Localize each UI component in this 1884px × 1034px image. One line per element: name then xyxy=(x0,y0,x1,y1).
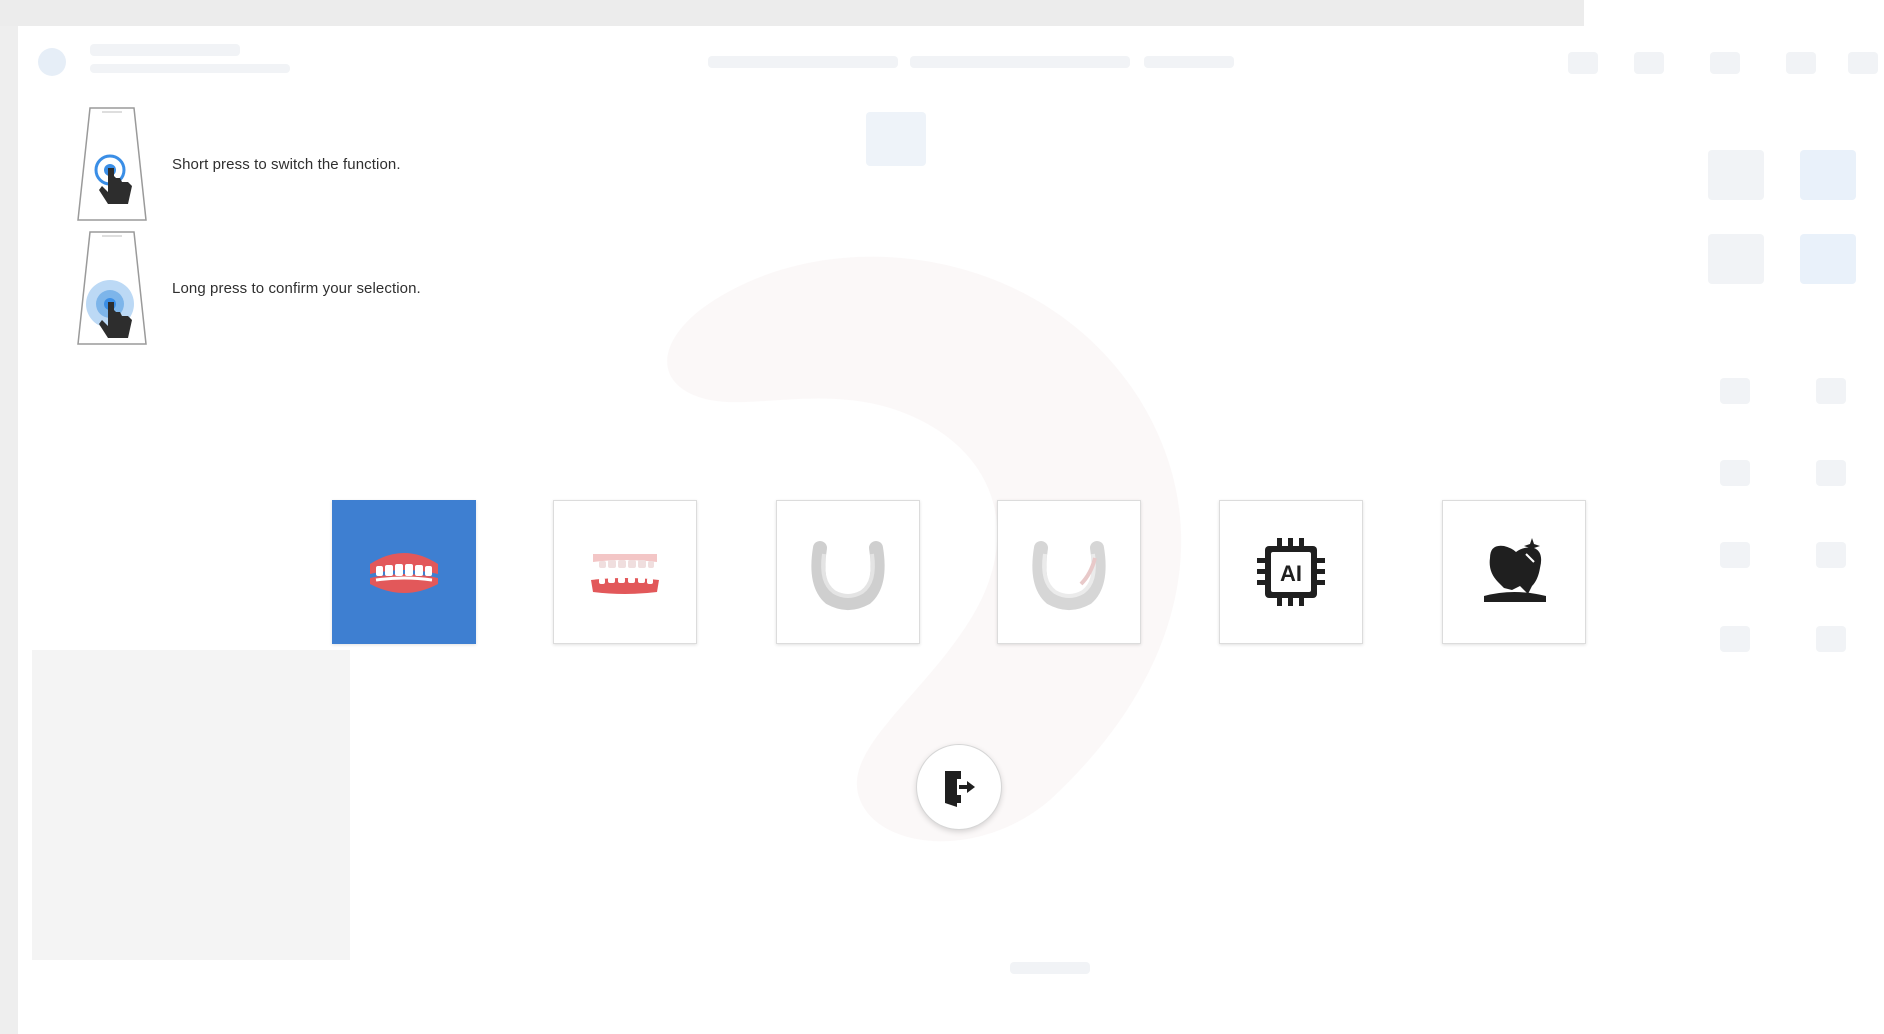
side-panel-icon xyxy=(1720,460,1750,486)
ai-chip-icon: AI xyxy=(1257,538,1325,606)
toolbar-button xyxy=(1568,52,1598,74)
toolbar-button xyxy=(1786,52,1816,74)
upper-jaw-scan-tile[interactable] xyxy=(776,500,920,644)
side-panel-icon xyxy=(1816,626,1846,652)
lower-jaw-icon xyxy=(1032,541,1106,610)
svg-text:AI: AI xyxy=(1280,561,1302,586)
toolbar-button xyxy=(1848,52,1878,74)
scanner-long-press-icon xyxy=(77,231,147,345)
app-logo xyxy=(38,48,66,76)
side-panel-icon xyxy=(1720,378,1750,404)
side-panel-icon xyxy=(1816,542,1846,568)
window-left-edge xyxy=(0,26,18,1034)
long-press-instruction: Long press to confirm your selection. xyxy=(72,228,421,348)
long-press-text: Long press to confirm your selection. xyxy=(172,279,421,297)
camera-preview-panel xyxy=(32,650,350,960)
toolbar-button xyxy=(1710,52,1740,74)
exit-button[interactable] xyxy=(916,744,1002,830)
workflow-step-3 xyxy=(1144,56,1234,68)
upper-jaw-icon xyxy=(811,541,885,610)
side-panel-tile xyxy=(1800,234,1856,284)
tooth-cleaning-tile[interactable] xyxy=(1442,500,1586,644)
ai-scan-tile[interactable]: AI xyxy=(1219,500,1363,644)
short-press-text: Short press to switch the function. xyxy=(172,155,401,173)
side-panel-tile xyxy=(1708,234,1764,284)
app-subtitle-placeholder xyxy=(90,64,290,73)
workflow-step-2 xyxy=(910,56,1130,68)
full-mouth-teeth-icon xyxy=(370,553,438,593)
side-panel-icon xyxy=(1816,460,1846,486)
lower-jaw-scan-tile[interactable] xyxy=(997,500,1141,644)
upper-lower-scan-tile[interactable] xyxy=(553,500,697,644)
toolbar-button xyxy=(1634,52,1664,74)
app-title-placeholder xyxy=(90,44,240,56)
function-selector: AI xyxy=(332,500,1586,646)
side-panel-icon xyxy=(1720,626,1750,652)
short-press-instruction: Short press to switch the function. xyxy=(72,104,401,224)
scanner-short-press-icon xyxy=(77,107,147,221)
side-panel-tile xyxy=(1708,150,1764,200)
side-panel-icon xyxy=(1816,378,1846,404)
tooth-clean-icon xyxy=(1484,538,1546,602)
upper-lower-teeth-icon xyxy=(591,554,659,594)
side-panel-tile xyxy=(1800,150,1856,200)
exit-door-icon xyxy=(945,771,975,807)
status-label-placeholder xyxy=(1010,962,1090,974)
scan-mode-button xyxy=(866,112,926,166)
full-mouth-scan-tile[interactable] xyxy=(332,500,476,644)
workflow-step-1 xyxy=(708,56,898,68)
side-panel-icon xyxy=(1720,542,1750,568)
window-top-bar xyxy=(0,0,1584,26)
